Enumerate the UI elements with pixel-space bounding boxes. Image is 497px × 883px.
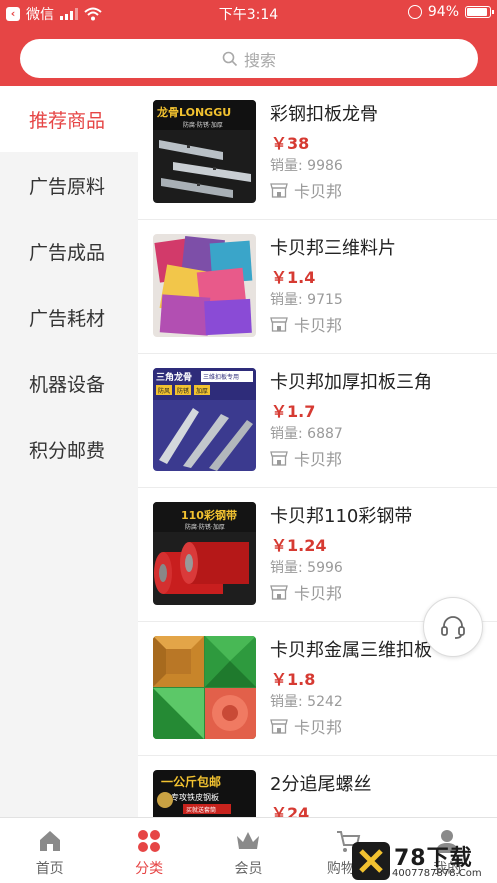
tab-membership[interactable]: 会员 bbox=[199, 818, 298, 883]
thumb-sub-text: 专攻铁皮钢板 bbox=[171, 792, 219, 802]
product-sales: 销量: 9715 bbox=[270, 292, 343, 308]
tab-category[interactable]: 分类 bbox=[99, 818, 198, 883]
category-sidebar: 推荐商品 广告原料 广告成品 广告耗材 机器设备 积分邮费 bbox=[0, 86, 138, 817]
sidebar-item-recommended[interactable]: 推荐商品 bbox=[0, 86, 138, 152]
search-placeholder: 搜索 bbox=[243, 50, 276, 70]
sidebar-item-label: 积分邮费 bbox=[29, 439, 106, 462]
product-price: ￥1.8 bbox=[271, 670, 316, 689]
product-shop[interactable]: 卡贝邦 bbox=[270, 178, 342, 202]
shop-icon bbox=[270, 585, 288, 600]
shop-icon bbox=[270, 451, 288, 466]
thumb-brand-text: 一公斤包邮 bbox=[161, 774, 221, 789]
product-title: 卡贝邦加厚扣板三角 bbox=[270, 372, 432, 393]
sidebar-item-ad-materials[interactable]: 广告原料 bbox=[0, 152, 138, 218]
product-price: ￥1.24 bbox=[271, 536, 327, 555]
thumb-tag-2: 加厚 bbox=[196, 387, 208, 395]
product-sales: 销量: 5996 bbox=[270, 560, 343, 576]
thumb-sub-text: 防腐·防锈·加厚 bbox=[185, 523, 225, 531]
header: ‹ 微信 下午3:14 94% 搜索 bbox=[0, 0, 497, 86]
headset-icon bbox=[441, 616, 465, 639]
thumb-sub-text: 三维扣板专用 bbox=[203, 373, 239, 381]
product-image: 一公斤包邮 专攻铁皮钢板 买就送套筒 bbox=[153, 770, 256, 817]
product-shop[interactable]: 卡贝邦 bbox=[270, 714, 342, 738]
battery-icon bbox=[465, 6, 494, 18]
product-card[interactable]: 卡贝邦三维料片 ￥1.4 销量: 9715 卡贝邦 bbox=[138, 220, 497, 354]
shop-name: 卡贝邦 bbox=[294, 182, 343, 201]
sidebar-item-label: 广告耗材 bbox=[29, 307, 106, 330]
sidebar-item-points-shipping[interactable]: 积分邮费 bbox=[0, 416, 138, 482]
product-shop[interactable]: 卡贝邦 bbox=[270, 446, 342, 470]
product-price: ￥1.4 bbox=[271, 268, 316, 287]
product-title: 2分追尾螺丝 bbox=[270, 774, 372, 795]
product-price: ￥24 bbox=[271, 804, 310, 817]
product-title: 彩钢扣板龙骨 bbox=[270, 104, 378, 125]
status-bar: ‹ 微信 下午3:14 94% bbox=[0, 0, 497, 26]
product-shop[interactable]: 卡贝邦 bbox=[270, 312, 342, 336]
thumb-tag: 买就送套筒 bbox=[186, 806, 216, 814]
product-sales: 销量: 6887 bbox=[270, 426, 343, 442]
shop-name: 卡贝邦 bbox=[294, 718, 343, 737]
product-sales: 销量: 9986 bbox=[270, 158, 343, 174]
tab-label: 会员 bbox=[234, 861, 263, 877]
product-title: 卡贝邦110彩钢带 bbox=[270, 506, 413, 527]
product-card[interactable]: 三角龙骨 三维扣板专用 防风 防锈 加厚 卡贝邦加厚扣板三角 ￥1.7 销量: … bbox=[138, 354, 497, 488]
product-image: 三角龙骨 三维扣板专用 防风 防锈 加厚 bbox=[153, 368, 256, 471]
category-icon bbox=[138, 830, 161, 852]
product-image: 110彩钢带 防腐·防锈·加厚 bbox=[153, 502, 256, 605]
sidebar-item-label: 广告成品 bbox=[29, 241, 106, 264]
search-icon bbox=[222, 51, 238, 66]
shop-icon bbox=[270, 719, 288, 734]
sidebar-item-ad-products[interactable]: 广告成品 bbox=[0, 218, 138, 284]
thumb-brand-text: 龙骨LONGGU bbox=[156, 105, 231, 119]
product-sales: 销量: 5242 bbox=[270, 694, 343, 710]
watermark-url: 4007787878.Com bbox=[392, 868, 482, 879]
product-price: ￥38 bbox=[271, 134, 310, 153]
orientation-lock-icon bbox=[407, 5, 422, 19]
product-title: 卡贝邦三维料片 bbox=[270, 238, 396, 259]
shop-name: 卡贝邦 bbox=[294, 316, 343, 335]
product-shop[interactable]: 卡贝邦 bbox=[270, 580, 342, 604]
thumb-tag-0: 防风 bbox=[158, 387, 170, 395]
tab-label: 首页 bbox=[35, 861, 64, 877]
watermark-logo-icon bbox=[352, 842, 390, 880]
product-title: 卡贝邦金属三维扣板 bbox=[270, 640, 432, 661]
product-list: 龙骨LONGGU 防腐·防锈·加厚 彩钢扣板龙骨 ￥38 销量: 9986 卡贝… bbox=[138, 86, 497, 817]
product-image bbox=[153, 636, 256, 739]
product-price: ￥1.7 bbox=[271, 402, 316, 421]
thumb-brand-text: 110彩钢带 bbox=[181, 508, 237, 522]
thumb-brand-text: 三角龙骨 bbox=[156, 371, 192, 383]
shop-name: 卡贝邦 bbox=[294, 584, 343, 603]
tab-home[interactable]: 首页 bbox=[0, 818, 99, 883]
product-image bbox=[153, 234, 256, 337]
tab-label: 分类 bbox=[135, 861, 164, 877]
sidebar-item-label: 机器设备 bbox=[29, 373, 106, 396]
thumb-sub-text: 防腐·防锈·加厚 bbox=[183, 121, 223, 129]
status-right: 94% bbox=[407, 4, 494, 20]
battery-percent: 94% bbox=[427, 4, 459, 20]
shop-icon bbox=[270, 317, 288, 332]
search-input[interactable]: 搜索 bbox=[20, 39, 478, 78]
product-card[interactable]: 龙骨LONGGU 防腐·防锈·加厚 彩钢扣板龙骨 ￥38 销量: 9986 卡贝… bbox=[138, 86, 497, 220]
shop-icon bbox=[270, 183, 288, 198]
product-image: 龙骨LONGGU 防腐·防锈·加厚 bbox=[153, 100, 256, 203]
site-watermark: 78下载 4007787878.Com bbox=[352, 838, 497, 883]
customer-service-button[interactable] bbox=[423, 597, 483, 657]
crown-icon bbox=[237, 832, 260, 849]
sidebar-item-machines[interactable]: 机器设备 bbox=[0, 350, 138, 416]
sidebar-item-label: 广告原料 bbox=[29, 175, 106, 198]
thumb-tag-1: 防锈 bbox=[177, 387, 189, 395]
home-icon bbox=[39, 831, 60, 851]
shop-name: 卡贝邦 bbox=[294, 450, 343, 469]
sidebar-item-ad-consumables[interactable]: 广告耗材 bbox=[0, 284, 138, 350]
sidebar-item-label: 推荐商品 bbox=[29, 109, 106, 132]
product-card[interactable]: 一公斤包邮 专攻铁皮钢板 买就送套筒 2分追尾螺丝 ￥24 bbox=[138, 756, 497, 817]
